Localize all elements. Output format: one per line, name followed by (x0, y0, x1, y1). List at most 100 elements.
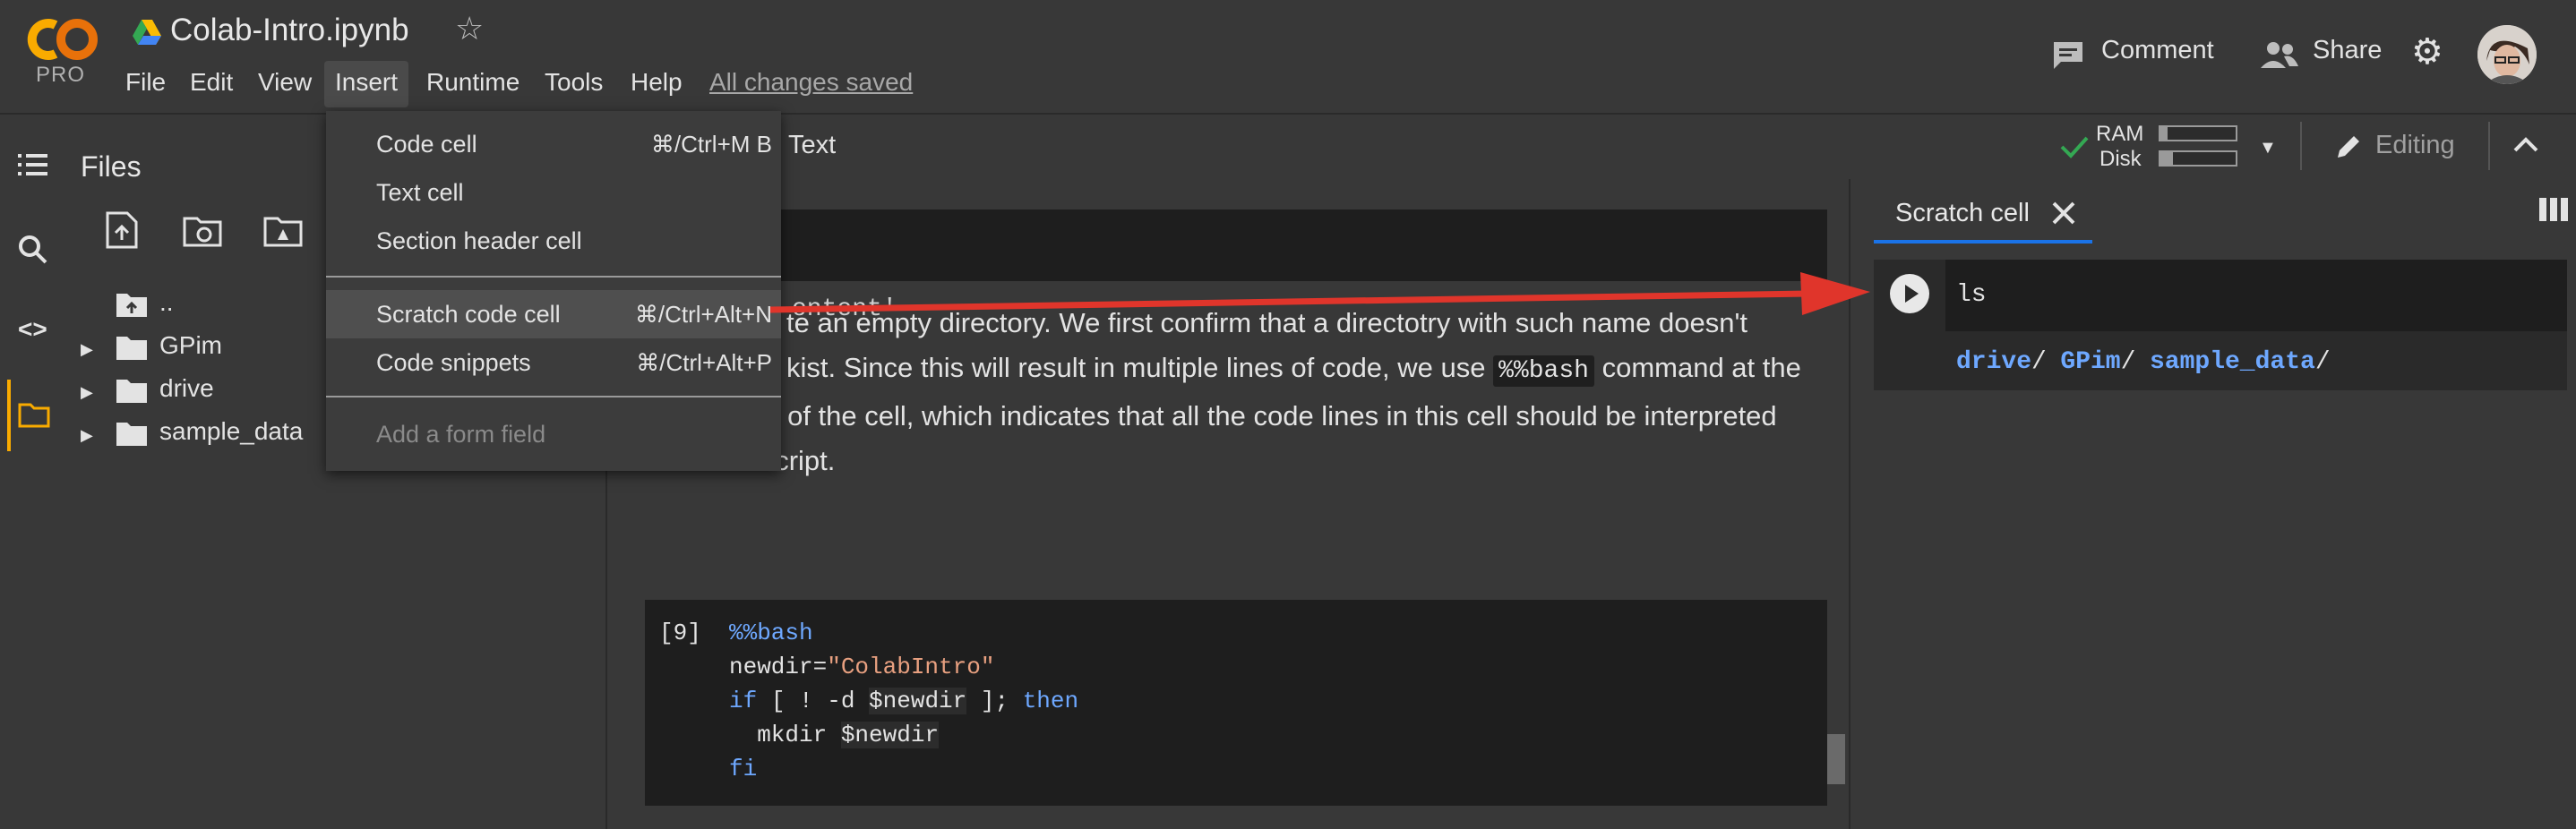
close-icon[interactable] (2051, 201, 2076, 226)
output-link-gpim[interactable]: GPim (2060, 348, 2120, 376)
code-token: then (1022, 688, 1079, 714)
code-token: mkdir (729, 722, 841, 748)
menu-view[interactable]: View (258, 68, 312, 97)
ram-meter (2159, 125, 2237, 141)
menu-help[interactable]: Help (631, 68, 683, 97)
active-rail-indicator (7, 380, 11, 451)
menu-item-scratch-code-cell[interactable]: Scratch code cell ⌘/Ctrl+Alt+N (326, 290, 781, 338)
menu-item-shortcut: ⌘/Ctrl+Alt+P (636, 349, 772, 376)
code-token: [ ! -d (757, 688, 870, 714)
expand-arrow-icon[interactable]: ▶ (81, 383, 93, 402)
code-token: $newdir (869, 688, 967, 714)
menu-item-add-form-field: Add a form field (326, 410, 781, 458)
annotation-arrow (770, 272, 1870, 315)
toolbar-divider (2488, 122, 2490, 170)
share-people-icon (2261, 42, 2298, 68)
pro-badge: PRO (36, 63, 86, 87)
add-text-cell-button[interactable]: Text (788, 131, 836, 160)
collapse-header-icon[interactable] (2513, 136, 2538, 154)
run-cell-button[interactable] (1890, 274, 1929, 313)
share-button[interactable]: Share (2313, 36, 2382, 65)
toolbar-divider (2300, 122, 2302, 170)
code-token: if (729, 688, 758, 714)
code-line: %%bash (729, 620, 813, 646)
menu-insert[interactable]: Insert (335, 68, 398, 97)
code-token: fi (729, 756, 758, 782)
text-fragment: kist. Since this will result in multiple… (786, 352, 1486, 383)
connected-check-icon (2060, 136, 2089, 158)
menu-item-section-header-cell[interactable]: Section header cell (326, 217, 781, 265)
expand-arrow-icon[interactable]: ▶ (81, 426, 93, 445)
menu-item-label: Add a form field (376, 421, 546, 448)
resources-dropdown-icon[interactable]: ▼ (2259, 138, 2277, 158)
menu-item-label: Scratch code cell (376, 301, 561, 328)
menu-file[interactable]: File (125, 68, 166, 97)
folder-icon (116, 380, 147, 403)
code-line: mkdir $newdir (729, 722, 940, 748)
play-icon (1905, 285, 1919, 303)
folder-icon (116, 337, 147, 360)
tree-item-parent[interactable]: .. (159, 288, 174, 317)
table-of-contents-icon[interactable] (18, 152, 48, 177)
menu-edit[interactable]: Edit (190, 68, 233, 97)
menu-tools[interactable]: Tools (545, 68, 603, 97)
notebook-scrollbar-thumb[interactable] (1827, 734, 1845, 784)
inline-code: %%bash (1493, 355, 1594, 387)
text-line: as shell script. (659, 445, 836, 476)
pencil-icon (2338, 136, 2359, 158)
save-status-link[interactable]: All changes saved (709, 68, 913, 97)
disk-meter (2159, 150, 2237, 167)
tree-item-drive[interactable]: drive (159, 374, 214, 403)
output-link-sample-data[interactable]: sample_data (2150, 348, 2315, 376)
list-icon (18, 154, 47, 175)
settings-gear-icon[interactable]: ⚙ (2411, 34, 2443, 70)
mount-drive-icon[interactable] (263, 215, 303, 247)
menu-item-label: Section header cell (376, 227, 582, 254)
execution-count: [9] (659, 620, 701, 646)
google-drive-icon (133, 20, 161, 45)
menu-item-code-snippets[interactable]: Code snippets ⌘/Ctrl+Alt+P (326, 338, 781, 387)
code-line: fi (729, 756, 757, 782)
text-line: kist. Since this will result in multiple… (659, 346, 1824, 394)
user-avatar[interactable] (2477, 25, 2537, 84)
search-icon[interactable] (18, 235, 48, 265)
code-token: ]; (966, 688, 1023, 714)
avatar-portrait (2477, 25, 2537, 84)
panel-layout-icon[interactable] (2538, 197, 2569, 222)
code-token: $newdir (840, 722, 940, 748)
notebook-title[interactable]: Colab-Intro.ipynb (170, 13, 409, 48)
menu-separator (326, 276, 781, 278)
editing-mode-button[interactable]: Editing (2375, 131, 2455, 160)
code-token: "ColabIntro" (827, 654, 995, 680)
text-fragment: command at the (1601, 352, 1801, 383)
files-panel-title: Files (81, 150, 142, 183)
scratch-cell-tab[interactable]: Scratch cell (1895, 199, 2030, 228)
scratch-code-editor[interactable] (1945, 260, 2567, 331)
text-line: beginning of the cell, which indicates t… (659, 400, 1777, 432)
menu-item-text-cell[interactable]: Text cell (326, 168, 781, 217)
star-icon[interactable]: ☆ (455, 13, 484, 45)
output-separator: / (2031, 348, 2047, 376)
ram-label: RAM (2096, 122, 2144, 146)
output-separator: / (2120, 348, 2136, 376)
files-folder-icon[interactable] (18, 401, 50, 428)
tree-item-sample-data[interactable]: sample_data (159, 417, 303, 446)
tab-active-indicator (1874, 240, 2092, 244)
comment-button[interactable]: Comment (2101, 36, 2214, 65)
expand-arrow-icon[interactable]: ▶ (81, 340, 93, 359)
disk-label: Disk (2099, 147, 2142, 171)
menu-item-shortcut: ⌘/Ctrl+M B (650, 131, 772, 158)
folder-up-icon (116, 294, 147, 317)
refresh-folder-icon[interactable] (183, 215, 222, 247)
ram-meter-fill (2160, 127, 2168, 140)
parent-folder-icon (116, 292, 147, 317)
upload-file-icon[interactable] (106, 211, 138, 249)
menu-runtime[interactable]: Runtime (426, 68, 519, 97)
scratch-output: drive/ GPim/ sample_data/ (1956, 346, 2331, 376)
tree-item-gpim[interactable]: GPim (159, 331, 222, 360)
disk-meter-fill (2160, 152, 2173, 165)
menu-item-code-cell[interactable]: Code cell ⌘/Ctrl+M B (326, 120, 781, 168)
code-snippets-icon[interactable]: <> (18, 315, 47, 344)
code-line: if [ ! -d $newdir ]; then (729, 688, 1078, 714)
output-link-drive[interactable]: drive (1956, 348, 2031, 376)
